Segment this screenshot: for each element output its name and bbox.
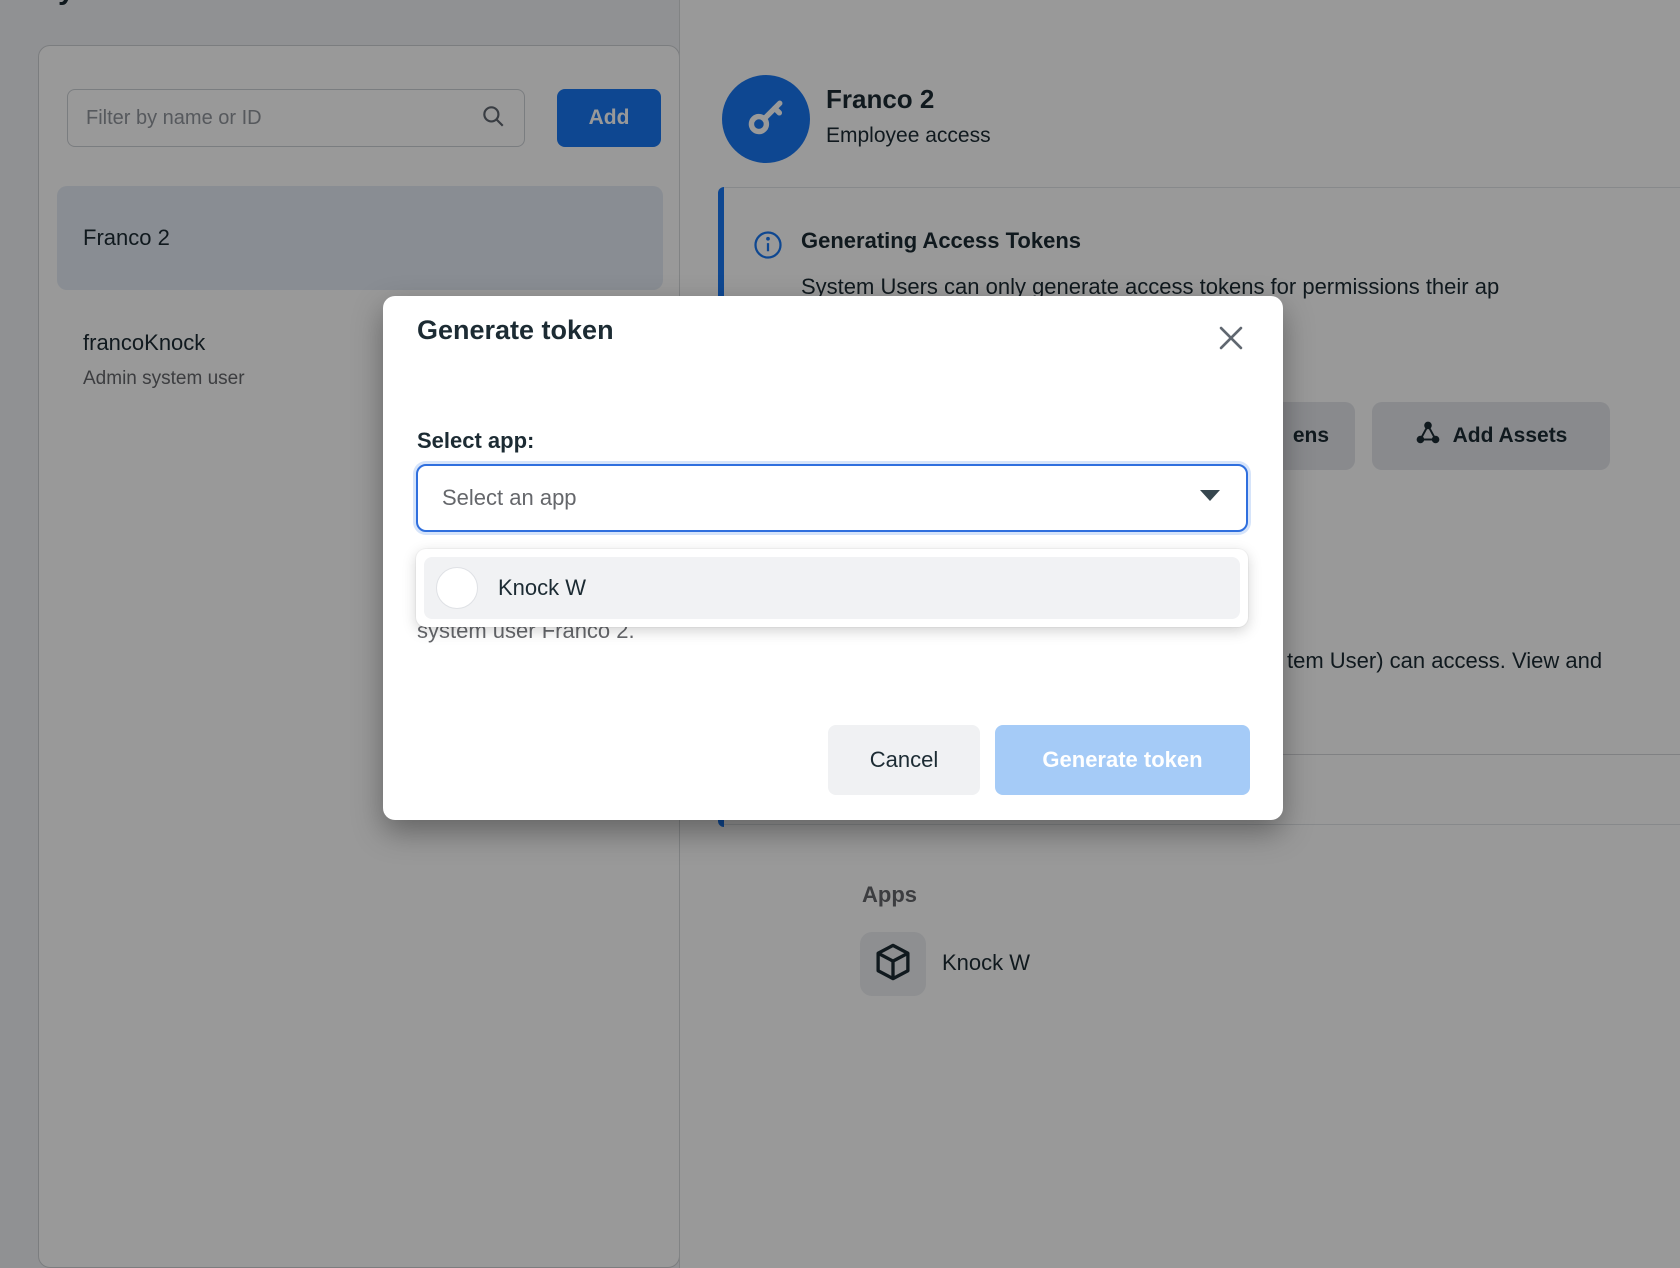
generate-token-submit-button[interactable]: Generate token [995, 725, 1250, 795]
page-root: System users Filter by name or ID Add Fr… [0, 0, 1680, 1268]
app-select-dropdown[interactable]: Select an app [416, 464, 1248, 532]
close-icon[interactable] [1210, 317, 1252, 359]
cancel-button[interactable]: Cancel [828, 725, 980, 795]
dropdown-placeholder: Select an app [442, 485, 1198, 511]
generate-token-modal: Generate token Select app: Select an app… [383, 296, 1283, 820]
dropdown-option-label: Knock W [498, 575, 586, 601]
dropdown-panel: Knock W [416, 549, 1248, 627]
chevron-down-icon [1198, 488, 1222, 509]
radio-icon[interactable] [436, 567, 478, 609]
modal-title: Generate token [417, 315, 614, 346]
dropdown-option-knock-w[interactable]: Knock W [424, 557, 1240, 619]
select-app-label: Select app: [417, 428, 534, 454]
